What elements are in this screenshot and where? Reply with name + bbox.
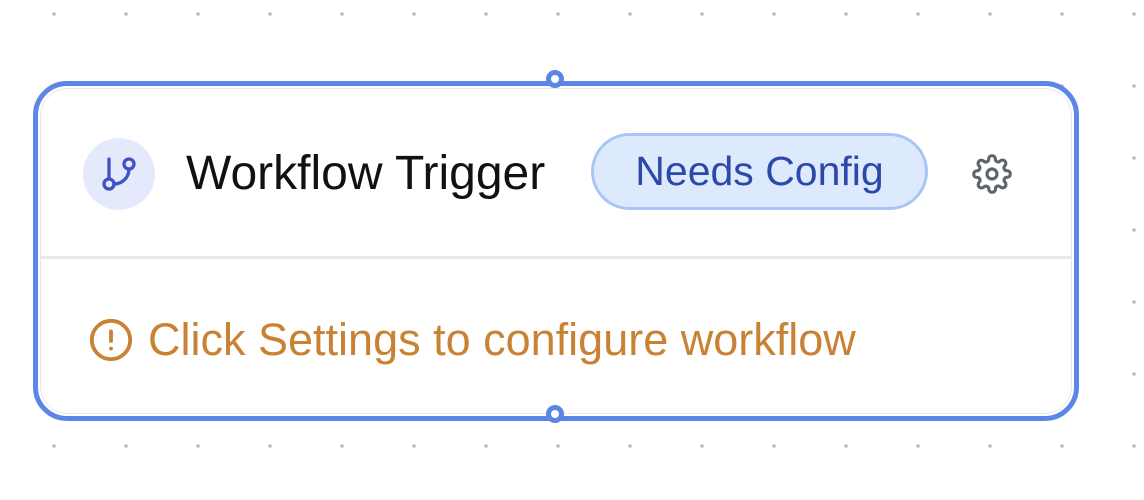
workflow-trigger-node[interactable]: Workflow Trigger Needs Config Click Sett…	[33, 70, 1079, 423]
header-divider	[40, 256, 1072, 259]
config-warning: Click Settings to configure workflow	[88, 312, 856, 368]
node-header: Workflow Trigger Needs Config	[38, 86, 1074, 258]
node-title: Workflow Trigger	[186, 147, 546, 200]
warning-message: Click Settings to configure workflow	[148, 314, 856, 365]
status-badge: Needs Config	[591, 133, 928, 210]
gear-icon[interactable]	[970, 152, 1014, 196]
output-connection-handle[interactable]	[546, 405, 564, 423]
git-branch-icon	[83, 138, 155, 210]
alert-circle-icon	[88, 317, 134, 363]
